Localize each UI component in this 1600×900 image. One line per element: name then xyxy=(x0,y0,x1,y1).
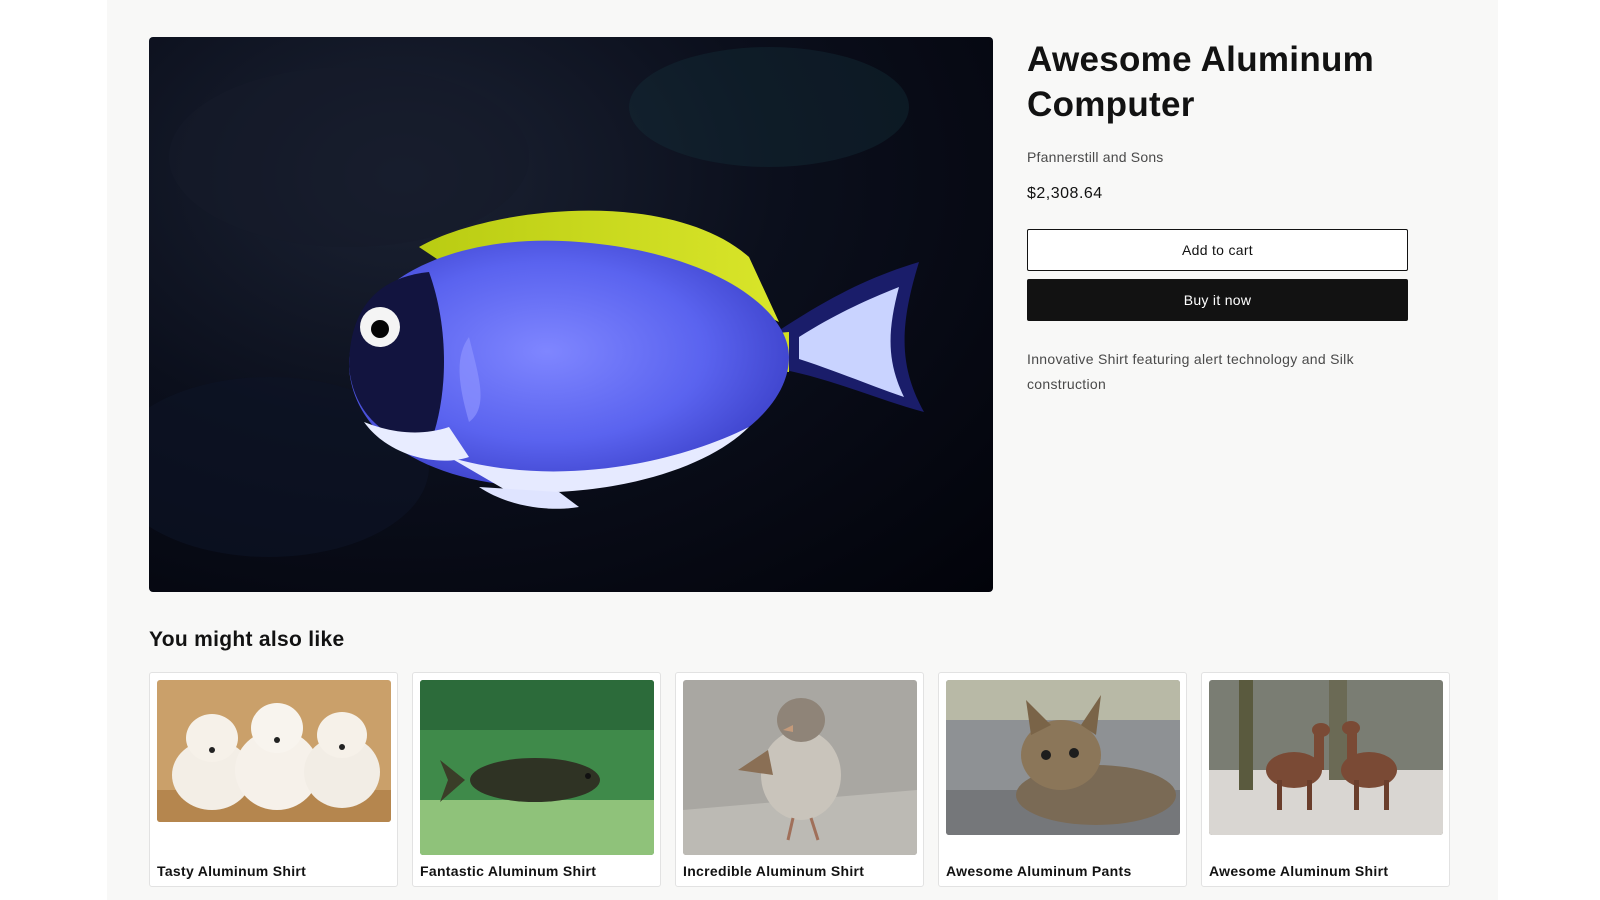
card-image-fish[interactable] xyxy=(420,680,654,855)
product-title: Awesome Aluminum Computer xyxy=(1027,37,1447,127)
related-product-card[interactable]: Fantastic Aluminum Shirt xyxy=(412,672,661,887)
add-to-cart-button[interactable]: Add to cart xyxy=(1027,229,1408,271)
card-image-kitten[interactable] xyxy=(946,680,1180,835)
related-product-card[interactable]: Tasty Aluminum Shirt xyxy=(149,672,398,887)
card-title[interactable]: Incredible Aluminum Shirt xyxy=(683,863,864,879)
fish-illustration xyxy=(149,47,924,557)
card-title[interactable]: Fantastic Aluminum Shirt xyxy=(420,863,596,879)
related-product-card[interactable]: Awesome Aluminum Shirt xyxy=(1201,672,1450,887)
product-page: Awesome Aluminum Computer Pfannerstill a… xyxy=(107,0,1498,900)
card-image-sparrow[interactable] xyxy=(683,680,917,855)
product-title-line1: Awesome Aluminum xyxy=(1027,40,1375,79)
related-product-card[interactable]: Awesome Aluminum Pants xyxy=(938,672,1187,887)
product-title-line2: Computer xyxy=(1027,85,1195,124)
card-title[interactable]: Awesome Aluminum Shirt xyxy=(1209,863,1388,879)
product-price: $2,308.64 xyxy=(1027,185,1103,202)
product-vendor: Pfannerstill and Sons xyxy=(1027,149,1164,165)
product-description: Innovative Shirt featuring alert technol… xyxy=(1027,351,1354,392)
related-products-list: Tasty Aluminum Shirt Fantastic Aluminum … xyxy=(149,672,1450,887)
card-image-alpacas[interactable] xyxy=(1209,680,1443,835)
buy-now-button[interactable]: Buy it now xyxy=(1027,279,1408,321)
product-image[interactable] xyxy=(149,37,993,592)
related-products-heading: You might also like xyxy=(149,628,345,651)
card-image-puppies[interactable] xyxy=(157,680,391,822)
related-product-card[interactable]: Incredible Aluminum Shirt xyxy=(675,672,924,887)
card-title[interactable]: Awesome Aluminum Pants xyxy=(946,863,1132,879)
product-info: Awesome Aluminum Computer Pfannerstill a… xyxy=(1027,37,1447,397)
card-title[interactable]: Tasty Aluminum Shirt xyxy=(157,863,306,879)
